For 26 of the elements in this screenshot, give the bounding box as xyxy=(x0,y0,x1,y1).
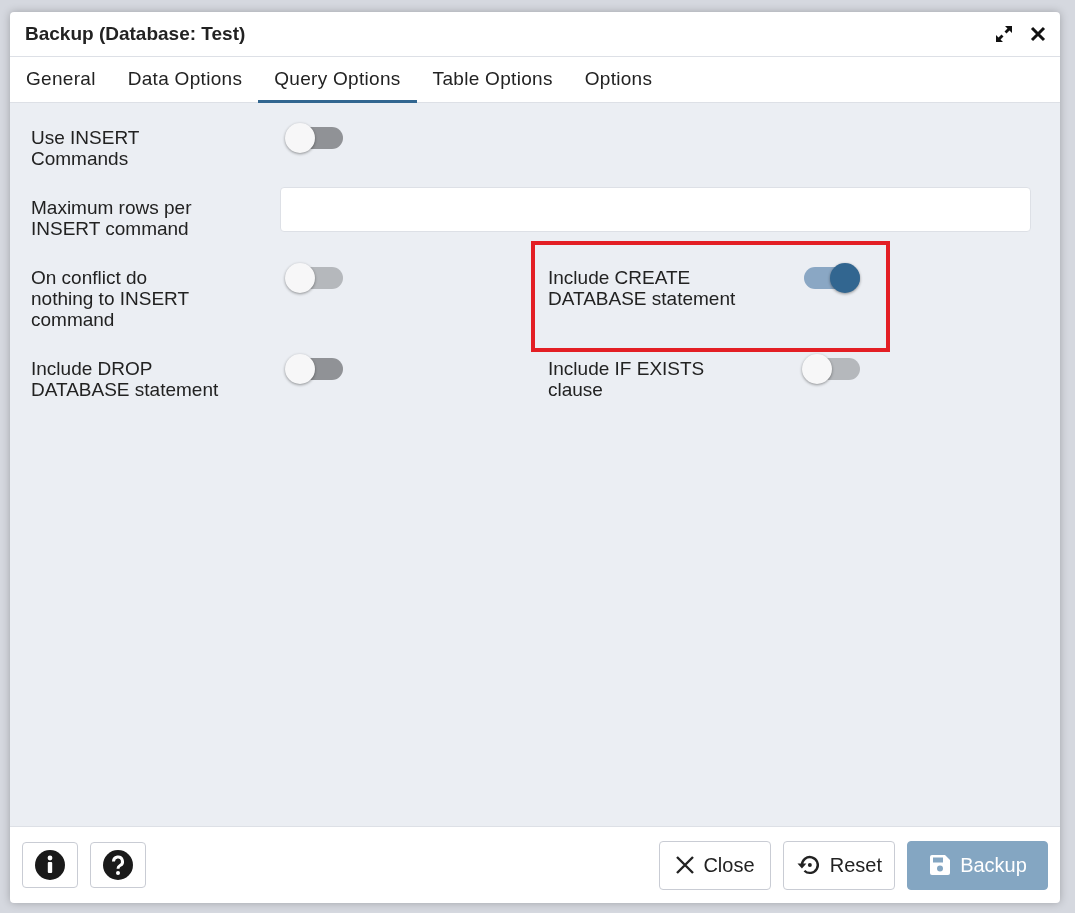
option-label: Maximum rows per INSERT command xyxy=(31,197,193,239)
option-label: Use INSERT Commands xyxy=(31,127,141,169)
toggle-switch[interactable] xyxy=(285,123,343,153)
option-label: Include DROP DATABASE statement xyxy=(31,358,220,400)
option-label: On conflict do nothing to INSERT command xyxy=(31,267,191,330)
help-icon xyxy=(102,849,134,881)
save-icon xyxy=(928,853,953,877)
reset-icon xyxy=(796,853,822,877)
toggle-switch[interactable] xyxy=(802,263,860,293)
close-icon[interactable] xyxy=(1030,26,1046,42)
window-title: Backup (Database: Test) xyxy=(25,23,247,45)
tab[interactable]: Options xyxy=(568,57,669,103)
option-label: Include IF EXISTS clause xyxy=(548,358,706,400)
toggle-switch[interactable] xyxy=(285,354,343,384)
help-button[interactable] xyxy=(90,842,146,888)
reset-button[interactable]: Reset xyxy=(783,840,895,890)
tab[interactable]: Table Options xyxy=(416,57,569,103)
close-icon xyxy=(675,855,696,875)
option-label: Include CREATE DATABASE statement xyxy=(548,267,737,309)
tab[interactable]: General xyxy=(10,57,112,103)
expand-icon[interactable] xyxy=(994,24,1014,44)
close-button[interactable]: Close xyxy=(659,840,771,890)
tab[interactable]: Data Options xyxy=(111,57,259,103)
input-field[interactable] xyxy=(280,187,1031,232)
info-icon xyxy=(34,849,66,881)
info-button[interactable] xyxy=(22,842,78,888)
